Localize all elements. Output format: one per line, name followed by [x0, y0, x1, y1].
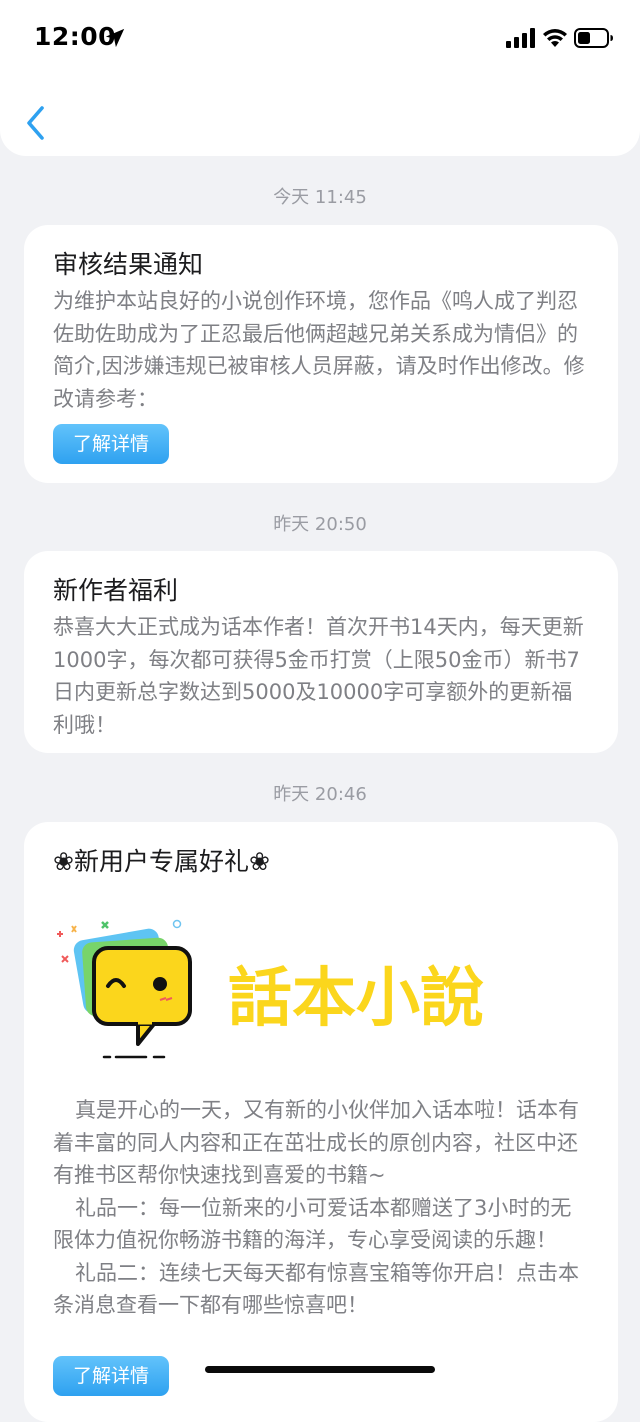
message-title: 审核结果通知: [53, 250, 204, 279]
message-card-review-notice[interactable]: 审核结果通知 为维护本站良好的小说创作环境，您作品《鸣人成了判忍佐助佐助成为了正…: [24, 225, 618, 483]
message-timestamp: 昨天 20:50: [273, 514, 367, 535]
speech-bubble-mascot-icon: [73, 928, 192, 1046]
battery-icon: [574, 28, 613, 48]
top-bar: 12:00: [0, 0, 640, 156]
message-timestamp: 今天 11:45: [273, 187, 367, 208]
message-body: 真是开心的一天，又有新的小伙伴加入话本啦！话本有着丰富的同人内容和正在茁壮成长的…: [53, 1094, 588, 1322]
message-timestamp: 昨天 20:46: [273, 784, 367, 805]
message-title: ❀新用户专属好礼❀: [53, 847, 270, 876]
back-chevron-icon[interactable]: [18, 100, 58, 146]
home-indicator[interactable]: [205, 1366, 435, 1373]
message-card-new-author-benefits[interactable]: 新作者福利 恭喜大大正式成为话本作者！首次开书14天内，每天更新1000字，每次…: [24, 551, 618, 753]
huaben-logo-banner: 話本小說: [57, 919, 484, 1059]
wifi-icon: [543, 29, 567, 47]
learn-more-button[interactable]: 了解详情: [53, 424, 169, 464]
learn-more-button[interactable]: 了解详情: [53, 1356, 169, 1396]
message-title: 新作者福利: [53, 576, 179, 605]
signal-icon: [506, 28, 535, 48]
gift-one-paragraph: 礼品一：每一位新来的小可爱话本都赠送了3小时的无限体力值祝你畅游书籍的海洋，专心…: [53, 1195, 572, 1253]
intro-paragraph: 真是开心的一天，又有新的小伙伴加入话本啦！话本有着丰富的同人内容和正在茁壮成长的…: [53, 1098, 579, 1187]
banner-logo-text: 話本小說: [228, 962, 484, 1036]
message-body: 恭喜大大正式成为话本作者！首次开书14天内，每天更新1000字，每次都可获得5金…: [53, 615, 584, 737]
gift-two-paragraph: 礼品二：连续七天每天都有惊喜宝箱等你开启！点击本条消息查看一下都有哪些惊喜吧！: [53, 1260, 579, 1318]
message-body: 为维护本站良好的小说创作环境，您作品《鸣人成了判忍佐助佐助成为了正忍最后他俩超越…: [53, 289, 585, 411]
location-arrow-icon: [105, 28, 125, 48]
